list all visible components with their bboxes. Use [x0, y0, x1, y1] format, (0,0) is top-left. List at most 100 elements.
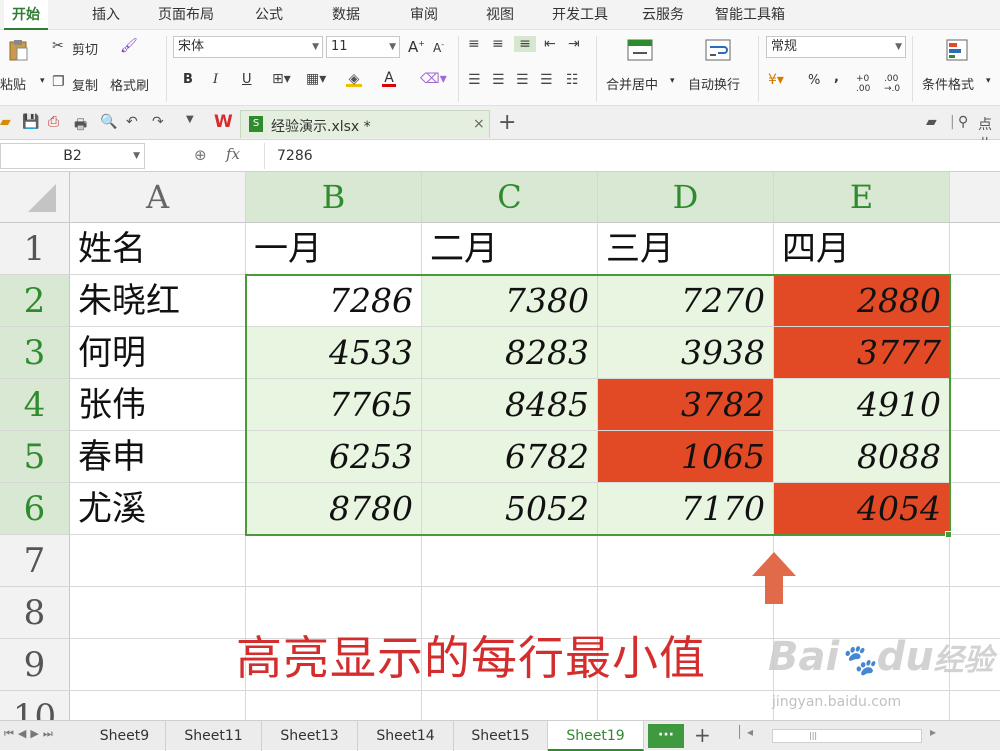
column-header-a[interactable]: A	[70, 172, 246, 223]
menu-data[interactable]: 数据	[332, 0, 360, 30]
data-cell[interactable]	[422, 691, 598, 720]
data-cell[interactable]: 7765	[246, 379, 422, 431]
add-sheet-button[interactable]: +	[694, 723, 711, 747]
name-cell[interactable]	[70, 639, 246, 691]
decimal-decrease-button[interactable]: .00 →.0	[884, 74, 906, 94]
tab-scroll-right-icon[interactable]: ▸	[930, 725, 936, 739]
close-tab-icon[interactable]: ×	[473, 116, 485, 132]
data-cell[interactable]	[246, 535, 422, 587]
paste-dropdown-icon[interactable]: ▾	[40, 76, 45, 86]
sheet-tab[interactable]: Sheet11	[166, 721, 262, 751]
conditional-format-icon[interactable]	[944, 38, 970, 66]
currency-icon[interactable]: ¥▾	[768, 72, 784, 88]
header-cell[interactable]	[950, 223, 1000, 275]
data-cell[interactable]	[598, 535, 774, 587]
italic-button[interactable]: I	[213, 72, 218, 87]
data-cell[interactable]	[950, 483, 1000, 535]
zoom-formula-icon[interactable]: ⊕	[194, 146, 207, 164]
data-cell[interactable]: 8283	[422, 327, 598, 379]
horizontal-scrollbar[interactable]: |||	[772, 729, 922, 743]
row-header-6[interactable]: 6	[0, 483, 70, 535]
align-middle-icon[interactable]: ≡	[492, 36, 504, 52]
tab-scroll-left-icon[interactable]: │ ◂	[736, 725, 753, 739]
data-cell[interactable]: 7380	[422, 275, 598, 327]
row-header-7[interactable]: 7	[0, 535, 70, 587]
font-name-select[interactable]: 宋体 ▼	[173, 36, 323, 58]
data-cell[interactable]	[950, 587, 1000, 639]
format-painter-icon[interactable]: 🖌	[120, 38, 138, 54]
decimal-increase-button[interactable]: +0.00	[856, 74, 878, 94]
data-cell[interactable]	[950, 535, 1000, 587]
column-header-c[interactable]: C	[422, 172, 598, 223]
row-header-3[interactable]: 3	[0, 327, 70, 379]
data-cell[interactable]	[950, 275, 1000, 327]
name-cell[interactable]: 春申	[70, 431, 246, 483]
name-cell[interactable]: 何明	[70, 327, 246, 379]
merge-dropdown-icon[interactable]: ▾	[670, 76, 675, 86]
data-cell[interactable]: 5052	[422, 483, 598, 535]
row-header-10[interactable]: 10	[0, 691, 70, 720]
font-size-select[interactable]: 11 ▼	[326, 36, 400, 58]
data-cell[interactable]: 7270	[598, 275, 774, 327]
search-icon[interactable]: ⚲	[958, 114, 968, 130]
data-cell[interactable]: 8485	[422, 379, 598, 431]
column-header-b[interactable]: B	[246, 172, 422, 223]
menu-smart-tools[interactable]: 智能工具箱	[715, 0, 785, 30]
header-cell[interactable]: 二月	[422, 223, 598, 275]
clear-format-icon[interactable]: ⌫▾	[420, 71, 447, 87]
data-cell[interactable]	[774, 587, 950, 639]
column-header-d[interactable]: D	[598, 172, 774, 223]
data-cell[interactable]	[950, 691, 1000, 720]
export-pdf-icon[interactable]: ⎙	[48, 114, 59, 130]
conditional-format-button[interactable]: 条件格式	[922, 74, 974, 93]
copy-icon[interactable]: ❐	[52, 74, 65, 90]
cut-button[interactable]: 剪切	[72, 39, 98, 58]
percent-button[interactable]: %	[808, 73, 820, 88]
document-tab[interactable]: S 经验演示.xlsx * ×	[240, 110, 490, 138]
header-cell[interactable]: 三月	[598, 223, 774, 275]
data-cell[interactable]	[774, 535, 950, 587]
data-cell[interactable]: 7286	[246, 275, 422, 327]
data-cell[interactable]	[950, 327, 1000, 379]
indent-increase-icon[interactable]: ⇥	[568, 36, 580, 52]
name-cell[interactable]: 尤溪	[70, 483, 246, 535]
more-sheets-button[interactable]: ···	[648, 724, 684, 748]
merge-center-button[interactable]: 合并居中	[606, 74, 658, 93]
menu-view[interactable]: 视图	[486, 0, 514, 30]
menu-page-layout[interactable]: 页面布局	[158, 0, 214, 30]
align-bottom-icon[interactable]: ≡	[514, 36, 536, 52]
data-cell[interactable]: 2880	[774, 275, 950, 327]
undo-icon[interactable]: ↶	[126, 114, 138, 130]
row-header-2[interactable]: 2	[0, 275, 70, 327]
scissors-icon[interactable]: ✂	[52, 38, 64, 54]
sheet-tab[interactable]: Sheet14	[358, 721, 454, 751]
data-cell[interactable]: 7170	[598, 483, 774, 535]
row-header-5[interactable]: 5	[0, 431, 70, 483]
number-format-select[interactable]: 常规 ▼	[766, 36, 906, 58]
underline-button[interactable]: U	[242, 72, 252, 87]
header-cell[interactable]: 一月	[246, 223, 422, 275]
data-cell[interactable]: 8780	[246, 483, 422, 535]
sheet-tab[interactable]: Sheet15	[454, 721, 548, 751]
column-header-e[interactable]: E	[774, 172, 950, 223]
name-box[interactable]: B2 ▼	[0, 143, 145, 169]
data-cell[interactable]: 1065	[598, 431, 774, 483]
borders-icon[interactable]: ⊞▾	[272, 71, 291, 87]
redo-icon[interactable]: ↷	[152, 114, 164, 130]
indent-decrease-icon[interactable]: ⇤	[544, 36, 556, 52]
wrap-text-button[interactable]: 自动换行	[688, 74, 740, 93]
font-color-icon[interactable]: A	[382, 70, 396, 87]
bold-button[interactable]: B	[183, 72, 193, 87]
data-cell[interactable]: 3777	[774, 327, 950, 379]
name-cell[interactable]	[70, 691, 246, 720]
row-header-1[interactable]: 1	[0, 223, 70, 275]
insert-function-button[interactable]: fx	[226, 145, 240, 163]
name-cell[interactable]: 朱晓红	[70, 275, 246, 327]
data-cell[interactable]	[422, 535, 598, 587]
menu-formula[interactable]: 公式	[255, 0, 283, 30]
font-shrink-icon[interactable]: A-	[433, 40, 444, 55]
menu-review[interactable]: 审阅	[410, 0, 438, 30]
align-right-icon[interactable]: ☰	[516, 72, 529, 88]
column-header-f[interactable]	[950, 172, 1000, 223]
save-icon[interactable]: 💾	[22, 114, 39, 130]
